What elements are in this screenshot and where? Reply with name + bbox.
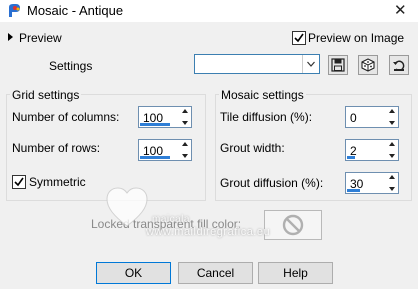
reset-button[interactable] — [389, 55, 409, 75]
locked-fill-color-label: Locked transparent fill color: — [91, 217, 242, 231]
grout-diffusion-slider-bar[interactable] — [347, 189, 360, 192]
checkmark-icon — [294, 33, 304, 43]
fill-color-swatch[interactable] — [264, 210, 322, 240]
mosaic-settings-title: Mosaic settings — [219, 88, 306, 102]
tile-diffusion-label: Tile diffusion (%): — [220, 110, 313, 124]
no-color-icon — [282, 214, 304, 236]
preview-toggle-label[interactable]: Preview — [19, 31, 62, 45]
columns-label: Number of columns: — [12, 110, 120, 124]
reset-icon — [393, 60, 405, 71]
preview-on-image-checkbox[interactable] — [292, 31, 306, 45]
preview-on-image-label: Preview on Image — [308, 31, 405, 45]
rows-spinner[interactable]: 100 — [138, 139, 192, 161]
help-button[interactable]: Help — [258, 262, 333, 284]
expand-preview-icon[interactable] — [8, 33, 13, 41]
paintshop-app-icon — [6, 3, 22, 19]
chevron-down-icon[interactable] — [302, 55, 319, 73]
symmetric-label: Symmetric — [29, 175, 86, 189]
grid-settings-title: Grid settings — [10, 88, 82, 102]
spinner-arrows-icon[interactable] — [387, 108, 397, 126]
save-preset-button[interactable] — [328, 55, 348, 75]
spinner-arrows-icon[interactable] — [180, 141, 190, 159]
randomize-icon — [361, 58, 375, 72]
columns-slider-bar[interactable] — [140, 123, 170, 126]
symmetric-checkbox[interactable] — [12, 175, 26, 189]
spinner-arrows-icon[interactable] — [180, 108, 190, 126]
checkmark-icon — [14, 177, 24, 187]
grout-width-label: Grout width: — [220, 141, 285, 155]
grout-diffusion-label: Grout diffusion (%): — [220, 176, 324, 190]
spinner-arrows-icon[interactable] — [387, 174, 397, 192]
rows-label: Number of rows: — [12, 141, 101, 155]
grout-width-slider-bar[interactable] — [347, 156, 355, 159]
randomize-button[interactable] — [358, 55, 378, 75]
tile-diffusion-value: 0 — [350, 111, 357, 125]
save-preset-icon — [331, 58, 345, 72]
tile-diffusion-spinner[interactable]: 0 — [345, 106, 399, 128]
grout-width-spinner[interactable]: 2 — [345, 139, 399, 161]
settings-label: Settings — [49, 59, 93, 73]
rows-slider-bar[interactable] — [140, 156, 170, 159]
ok-button[interactable]: OK — [96, 262, 171, 284]
cancel-button[interactable]: Cancel — [178, 262, 253, 284]
close-icon[interactable]: ✕ — [394, 1, 407, 19]
preset-combo[interactable] — [194, 54, 320, 74]
window-title: Mosaic - Antique — [27, 3, 124, 18]
columns-spinner[interactable]: 100 — [138, 106, 192, 128]
grout-diffusion-spinner[interactable]: 30 — [345, 172, 399, 194]
spinner-arrows-icon[interactable] — [387, 141, 397, 159]
